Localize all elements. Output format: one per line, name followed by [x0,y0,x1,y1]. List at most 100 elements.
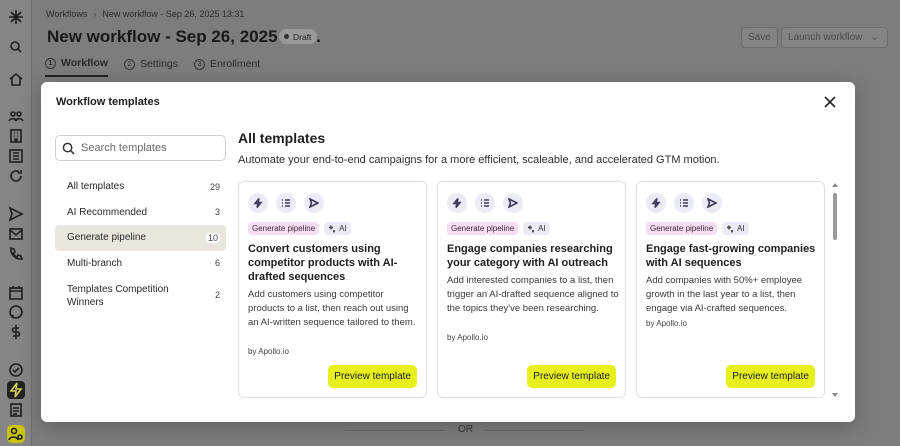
list-icon [674,193,694,213]
dollar-icon[interactable] [7,323,25,341]
logo-asterisk-icon[interactable] [7,8,25,26]
category-label: All templates [67,181,125,193]
home-icon[interactable] [7,70,25,88]
list-icon [475,193,495,213]
tag-ai-label: AI [538,224,546,233]
search-input[interactable] [81,142,221,154]
tab-workflow[interactable]: 1 Workflow [45,57,109,77]
workflow-tabs: 1 Workflow 2 Settings 3 Enrollment [45,57,260,77]
list-icon[interactable] [7,147,25,165]
chevron-down-icon: ⌄ [870,32,879,43]
launch-label: Launch workflow [788,32,863,43]
search-templates-field[interactable] [55,135,226,161]
bolt-icon [248,193,268,213]
card-author: by Apollo.io [248,347,289,356]
tab-number: 3 [194,58,206,70]
sparkle-icon [528,225,535,232]
tag-ai-label: AI [737,224,745,233]
category-count: 6 [214,258,220,269]
category-count: 10 [205,232,220,243]
card-step-icons [646,193,722,213]
section-title: All templates [238,130,326,146]
bolt-icon [646,193,666,213]
category-count: 29 [209,181,220,192]
workflow-templates-modal: Workflow templates All templates 29 AI R… [41,82,855,422]
building-icon[interactable] [7,127,25,145]
launch-workflow-button[interactable]: Launch workflow ⌄ [781,27,888,48]
tab-label: Settings [140,58,179,70]
send-icon [304,193,324,213]
breadcrumb-current: New workflow - Sep 26, 2025 13:31 [102,9,245,19]
card-step-icons [447,193,523,213]
category-list: All templates 29 AI Recommended 3 Genera… [55,174,226,315]
tag-ai: AI [324,222,351,235]
category-templates-competition-winners[interactable]: Templates Competition Winners 2 [55,276,226,315]
category-multi-branch[interactable]: Multi-branch 6 [55,251,226,277]
or-divider-label: OR [458,424,473,435]
card-author: by Apollo.io [447,333,488,342]
template-card[interactable]: Generate pipeline AI Engage fast-growing… [636,181,825,398]
category-label: Generate pipeline [67,232,146,244]
people-icon[interactable] [7,107,25,125]
bolt-icon[interactable] [7,381,25,399]
close-icon[interactable] [824,95,836,108]
breadcrumb: Workflows › New workflow - Sep 26, 2025 … [46,9,244,19]
refresh-icon[interactable] [7,167,25,185]
divider [345,430,445,431]
chat-icon[interactable] [7,303,25,321]
scrollbar-thumb[interactable] [833,193,837,240]
category-generate-pipeline[interactable]: Generate pipeline 10 [55,225,226,251]
template-card[interactable]: Generate pipeline AI Engage companies re… [437,181,626,398]
preview-template-button[interactable]: Preview template [328,365,417,388]
send-icon[interactable] [7,205,25,223]
card-title: Convert customers using competitor produ… [248,243,398,283]
save-button[interactable]: Save [741,27,778,48]
chevron-right-icon: › [93,9,97,19]
user-settings-icon[interactable] [7,425,25,443]
scroll-down-icon[interactable] [831,391,839,399]
tag-generate-pipeline: Generate pipeline [447,222,519,235]
category-ai-recommended[interactable]: AI Recommended 3 [55,200,226,226]
card-tags: Generate pipeline AI [248,222,351,235]
card-description: Add customers using competitor products … [248,289,416,328]
list-icon [276,193,296,213]
tab-enrollment[interactable]: 3 Enrollment [194,57,260,77]
search-icon[interactable] [7,38,25,56]
sparkle-icon [727,225,734,232]
card-description: Add companies with 50%+ employee growth … [646,275,803,314]
scroll-up-icon[interactable] [831,181,839,189]
template-card[interactable]: Generate pipeline AI Convert customers u… [238,181,427,398]
scrollbar[interactable] [830,181,840,399]
phone-icon[interactable] [7,245,25,263]
mail-icon[interactable] [7,225,25,243]
status-badge: Draft [279,29,318,44]
category-all-templates[interactable]: All templates 29 [55,174,226,200]
tab-number: 2 [124,58,136,70]
tag-generate-pipeline: Generate pipeline [646,222,718,235]
breadcrumb-root[interactable]: Workflows [46,9,87,19]
category-count: 2 [214,290,220,300]
check-circle-icon[interactable] [7,361,25,379]
status-label: Draft [293,31,312,42]
send-icon [702,193,722,213]
category-count: 3 [214,207,220,218]
search-icon [62,142,75,155]
preview-template-button[interactable]: Preview template [527,365,616,388]
send-icon [503,193,523,213]
category-label: Templates Competition Winners [67,283,169,308]
tab-label: Enrollment [210,58,261,70]
doc-icon[interactable] [7,401,25,419]
tag-ai: AI [523,222,550,235]
card-tags: Generate pipeline AI [646,222,749,235]
card-author: by Apollo.io [646,319,687,328]
card-title: Engage fast-growing companies with AI se… [646,243,816,269]
tab-number: 1 [45,57,56,69]
calendar-icon[interactable] [7,284,25,302]
preview-template-button[interactable]: Preview template [726,365,815,388]
tag-ai-label: AI [339,224,347,233]
card-title: Engage companies researching your catego… [447,243,613,269]
tab-settings[interactable]: 2 Settings [124,57,178,77]
card-step-icons [248,193,324,213]
sparkle-icon [329,225,336,232]
modal-title: Workflow templates [56,96,160,108]
